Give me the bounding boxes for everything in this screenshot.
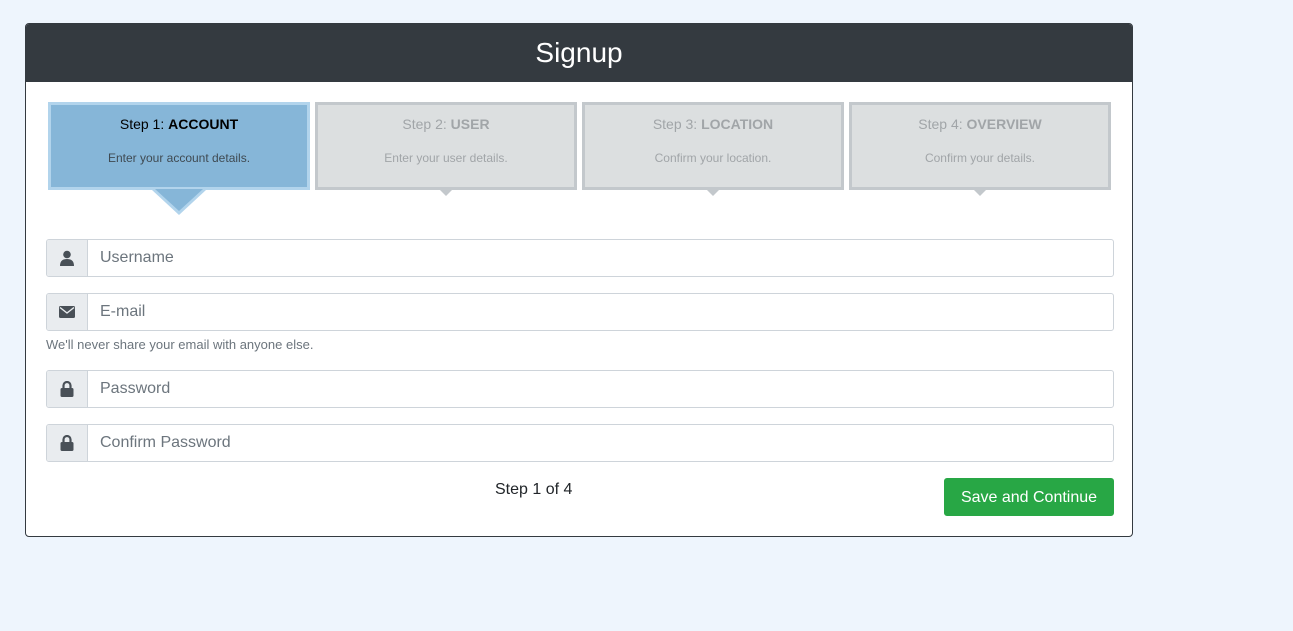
card-header: Signup xyxy=(26,24,1132,82)
email-help-text: We'll never share your email with anyone… xyxy=(46,337,314,352)
user-icon xyxy=(47,240,88,276)
step-description: Enter your user details. xyxy=(384,151,508,165)
step-pointer xyxy=(439,189,453,196)
username-group xyxy=(46,239,1114,277)
password-input[interactable] xyxy=(88,371,1113,407)
step-description: Confirm your location. xyxy=(654,151,772,165)
save-and-continue-button[interactable]: Save and Continue xyxy=(944,478,1114,516)
step-title: Step 2: USER xyxy=(402,116,490,132)
lock-icon xyxy=(47,371,88,407)
password-group xyxy=(46,370,1114,408)
signup-card: Signup Step 1: ACCOUNT Enter your accoun… xyxy=(25,23,1133,537)
step-account[interactable]: Step 1: ACCOUNT Enter your account detai… xyxy=(48,102,310,215)
step-title: Step 4: OVERVIEW xyxy=(918,116,1042,132)
step-user[interactable]: Step 2: USER Enter your user details. xyxy=(315,102,577,196)
step-location[interactable]: Step 3: LOCATION Confirm your location. xyxy=(582,102,844,196)
step-counter: Step 1 of 4 xyxy=(495,481,573,498)
confirm-password-input[interactable] xyxy=(88,425,1113,461)
email-group xyxy=(46,293,1114,331)
step-overview[interactable]: Step 4: OVERVIEW Confirm your details. xyxy=(849,102,1111,196)
step-progress: Step 1: ACCOUNT Enter your account detai… xyxy=(48,102,1113,222)
step-pointer xyxy=(706,189,720,196)
step-title: Step 3: LOCATION xyxy=(652,116,774,132)
step-description: Confirm your details. xyxy=(924,151,1036,165)
page-title: Signup xyxy=(535,37,623,68)
email-input[interactable] xyxy=(88,294,1113,330)
envelope-icon xyxy=(47,294,88,330)
username-input[interactable] xyxy=(88,240,1113,276)
confirm-password-group xyxy=(46,424,1114,462)
lock-icon xyxy=(47,425,88,461)
step-pointer-inner xyxy=(155,189,203,211)
step-pointer xyxy=(973,189,987,196)
step-title: Step 1: ACCOUNT xyxy=(119,116,239,132)
step-description: Enter your account details. xyxy=(107,151,251,165)
